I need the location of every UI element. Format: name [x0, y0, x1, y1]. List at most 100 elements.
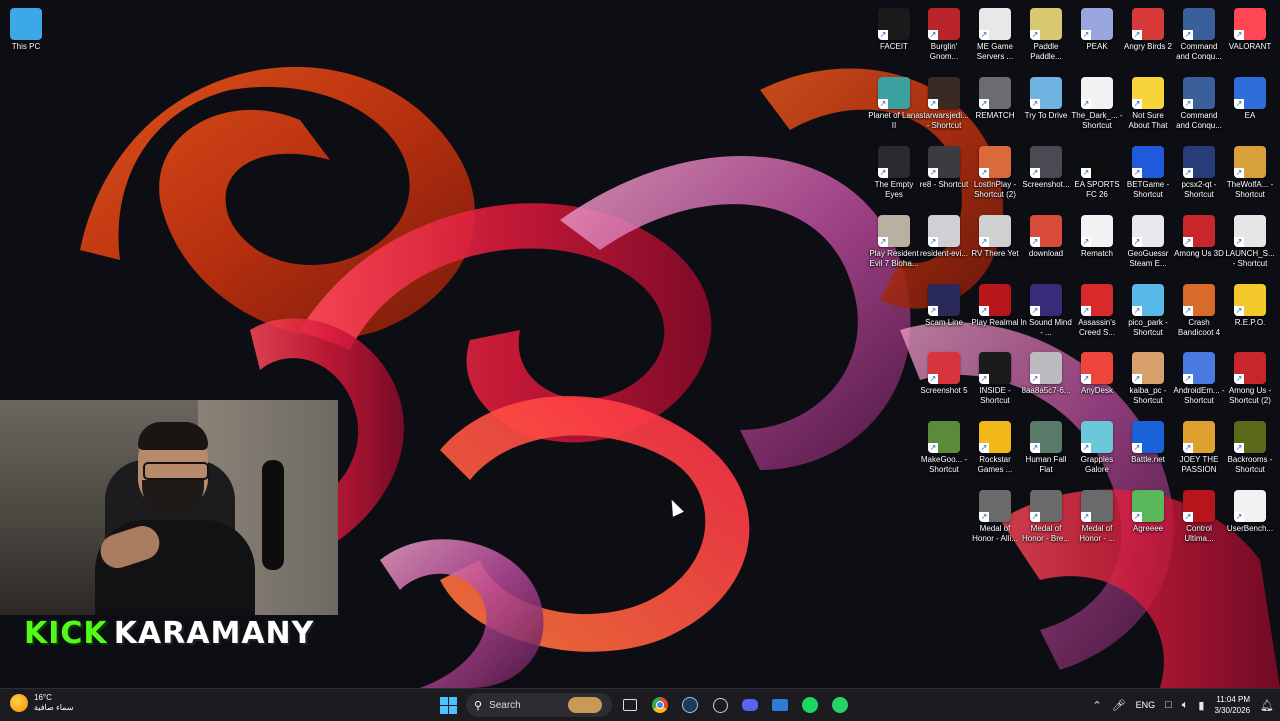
desktop-icon[interactable]: ↗ In Sound Mind - ...: [1020, 284, 1072, 338]
kick-logo-text: KICK: [24, 615, 108, 651]
desktop-icon[interactable]: ↗ VALORANT: [1224, 8, 1276, 52]
battery-icon[interactable]: ▮: [1198, 699, 1204, 712]
desktop-icon[interactable]: ↗ re8 - Shortcut: [918, 146, 970, 190]
desktop-icon-label: Screenshot...: [1022, 180, 1070, 189]
desktop-icon[interactable]: ↗ EA SPORTS FC 26: [1071, 146, 1123, 200]
desktop-icon[interactable]: ↗ Crash Bandicoot 4: [1173, 284, 1225, 338]
desktop-icon[interactable]: ↗ FACEIT: [868, 8, 920, 52]
shortcut-arrow-icon: ↗: [1132, 443, 1142, 453]
desktop-icon[interactable]: ↗ ME Game Servers ...: [969, 8, 1021, 62]
cnc-icon: ↗: [1183, 77, 1215, 109]
desktop-icon[interactable]: ↗ download: [1020, 215, 1072, 259]
weather-widget[interactable]: 16°C سماء صافية: [10, 693, 74, 713]
shortcut-arrow-icon: ↗: [1132, 374, 1142, 384]
webcam-overlay: [0, 400, 338, 615]
microphone-icon[interactable]: 🎤︎: [1112, 699, 1126, 712]
clock[interactable]: 11:04 PM 3/30/2026: [1214, 694, 1250, 716]
desktop-icon[interactable]: ↗ Grapples Galore: [1071, 421, 1123, 475]
desktop-icon[interactable]: ↗ R.E.P.O.: [1224, 284, 1276, 328]
desktop-icon[interactable]: ↗ Try To Drive: [1020, 77, 1072, 121]
desktop-icon[interactable]: ↗ LostInPlay - Shortcut (2): [969, 146, 1021, 200]
spotify-taskbar-button[interactable]: [798, 693, 822, 717]
desktop-icon[interactable]: ↗ Paddle Paddle...: [1020, 8, 1072, 62]
desktop-icon[interactable]: ↗ LAUNCH_S... - Shortcut: [1224, 215, 1276, 269]
desktop-icon[interactable]: ↗ The_Dark_... - Shortcut: [1071, 77, 1123, 131]
desktop-icon[interactable]: ↗ Play Resident Evil 7 Bioha...: [868, 215, 920, 269]
notifications-icon[interactable]: 🔔︎: [1260, 699, 1274, 712]
language-indicator[interactable]: ENG: [1136, 700, 1156, 710]
desktop-icon[interactable]: ↗ PEAK: [1071, 8, 1123, 52]
desktop-icon[interactable]: ↗ pcsx2-qt - Shortcut: [1173, 146, 1225, 200]
desktop-icon[interactable]: ↗ Among Us - Shortcut (2): [1224, 352, 1276, 406]
shortcut-arrow-icon: ↗: [928, 306, 938, 316]
desktop-icon[interactable]: ↗ resident-evi...: [918, 215, 970, 259]
desktop-icon[interactable]: ↗ JOEY THE PASSION: [1173, 421, 1225, 475]
desktop-icon[interactable]: ↗ Command and Conqu...: [1173, 77, 1225, 131]
desktop-icon[interactable]: ↗ Screenshot...: [1020, 146, 1072, 190]
chevron-up-icon[interactable]: ⌃: [1092, 699, 1101, 712]
obs-taskbar-button[interactable]: [708, 693, 732, 717]
desktop-icon[interactable]: ↗ EA: [1224, 77, 1276, 121]
desktop-icon[interactable]: ↗ Command and Conqu...: [1173, 8, 1225, 62]
desktop-icon[interactable]: ↗ Planet of Lana II: [868, 77, 920, 131]
moh-icon: ↗: [1030, 490, 1062, 522]
desktop-icon[interactable]: ↗ Medal of Honor - Bre...: [1020, 490, 1072, 544]
shortcut-arrow-icon: ↗: [1183, 374, 1193, 384]
desktop-icon[interactable]: ↗ Assassin's Creed S...: [1071, 284, 1123, 338]
discord-taskbar-button[interactable]: [738, 693, 762, 717]
mail-taskbar-button[interactable]: [768, 693, 792, 717]
desktop-icon[interactable]: ↗ Not Sure About That: [1122, 77, 1174, 131]
desktop-icon[interactable]: ↗ RV There Yet: [969, 215, 1021, 259]
desktop-icon[interactable]: ↗ Scam Line: [918, 284, 970, 328]
desktop-icon[interactable]: ↗ Battle.net: [1122, 421, 1174, 465]
clock-date: 3/30/2026: [1214, 706, 1251, 715]
desktop-icon-label: BETGame - Shortcut: [1126, 180, 1170, 199]
desktop-icon[interactable]: ↗ AnyDesk: [1071, 352, 1123, 396]
desktop-icon[interactable]: ↗ Control Ultima...: [1173, 490, 1225, 544]
desktop-icon[interactable]: ↗ TheWolfA... - Shortcut: [1224, 146, 1276, 200]
desktop-icon[interactable]: ↗ GeoGuessr Steam E...: [1122, 215, 1174, 269]
desktop-icon[interactable]: ↗ pico_park - Shortcut: [1122, 284, 1174, 338]
volume-icon[interactable]: 🔈︎: [1182, 699, 1189, 712]
desktop-icon[interactable]: ↗ Play Realmal: [969, 284, 1021, 328]
desktop-icon[interactable]: ↗ Human Fall Flat: [1020, 421, 1072, 475]
desktop-icon[interactable]: ↗ Agreeee: [1122, 490, 1174, 534]
desktop-icon[interactable]: ↗ starwarsjedi... - Shortcut: [918, 77, 970, 131]
gear-icon: ↗: [1234, 215, 1266, 247]
desktop-icon-label: Among Us - Shortcut (2): [1228, 386, 1272, 405]
desktop-icon[interactable]: ↗ AndroidEm... - Shortcut: [1173, 352, 1225, 406]
desktop-icon[interactable]: ↗ UserBench...: [1224, 490, 1276, 534]
start-button[interactable]: [436, 693, 460, 717]
desktop-icon[interactable]: ↗ REMATCH: [969, 77, 1021, 121]
desktop-icon[interactable]: ↗ MakeGoo... - Shortcut: [918, 421, 970, 475]
desktop-icon[interactable]: ↗ Medal of Honor - Alli...: [969, 490, 1021, 544]
desktop-icon[interactable]: ↗ Among Us 3D: [1173, 215, 1225, 259]
shortcut-arrow-icon: ↗: [1081, 374, 1091, 384]
kaiba-icon: ↗: [1132, 352, 1164, 384]
desktop-icon[interactable]: ↗ The Empty Eyes: [868, 146, 920, 200]
network-icon[interactable]: □: [1165, 699, 1172, 711]
desktop-icon[interactable]: ↗ Screenshot 5: [918, 352, 970, 396]
shortcut-arrow-icon: ↗: [979, 99, 989, 109]
whatsapp-taskbar-button[interactable]: [828, 693, 852, 717]
desktop-icon[interactable]: ↗ BETGame - Shortcut: [1122, 146, 1174, 200]
desktop-icon[interactable]: ↗ Rematch: [1071, 215, 1123, 259]
desktop-icon[interactable]: ↗ 8aa8a5c7-6...: [1020, 352, 1072, 396]
desktop-icon[interactable]: ↗ INSIDE - Shortcut: [969, 352, 1021, 406]
task-view-button[interactable]: [618, 693, 642, 717]
desktop-icon[interactable]: ↗ kaiba_pc - Shortcut: [1122, 352, 1174, 406]
steam-taskbar-button[interactable]: [678, 693, 702, 717]
chrome-taskbar-button[interactable]: [648, 693, 672, 717]
desktop-icon[interactable]: ↗ Angry Birds 2: [1122, 8, 1174, 52]
desktop-icon[interactable]: ↗ Rockstar Games ...: [969, 421, 1021, 475]
desktop-icon[interactable]: ↗ Burglin' Gnom...: [918, 8, 970, 62]
re8-icon: ↗: [928, 146, 960, 178]
desktop-icon[interactable]: This PC: [0, 8, 52, 52]
desktop-icon[interactable]: ↗ Medal of Honor - ...: [1071, 490, 1123, 544]
desktop-icon-label: Paddle Paddle...: [1030, 42, 1062, 61]
shortcut-arrow-icon: ↗: [928, 168, 938, 178]
desktop-icon-label: Battle.net: [1131, 455, 1165, 464]
desktop-icon[interactable]: ↗ Backrooms - Shortcut: [1224, 421, 1276, 475]
shortcut-arrow-icon: ↗: [1030, 306, 1040, 316]
taskbar-search[interactable]: ⚲ Search: [466, 693, 612, 717]
